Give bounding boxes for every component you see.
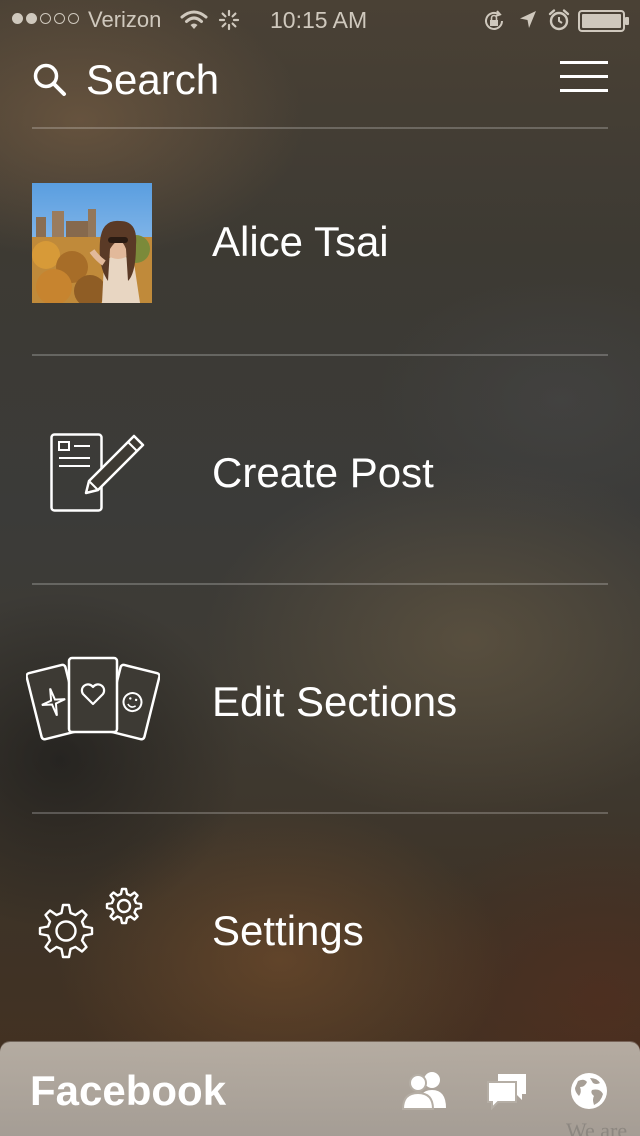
menu-item-label: Settings [212, 907, 364, 954]
alarm-clock-icon [547, 8, 571, 38]
rotation-lock-icon [482, 9, 506, 39]
search-header: Search [32, 52, 608, 108]
status-time: 10:15 AM [270, 7, 368, 33]
gears-icon [36, 887, 148, 976]
edit-sections-cards-icon [25, 656, 161, 751]
activity-spinner-icon [218, 9, 240, 37]
divider [32, 583, 608, 585]
search-field[interactable]: Search [86, 56, 219, 104]
menu-item-profile[interactable]: Alice Tsai [0, 130, 640, 355]
friends-icon[interactable] [401, 1070, 448, 1115]
menu-item-create-post[interactable]: Create Post [0, 357, 640, 582]
divider [32, 354, 608, 356]
battery-icon [578, 10, 630, 38]
hamburger-menu-icon[interactable] [560, 60, 608, 99]
signal-strength-icon [12, 13, 79, 24]
profile-photo [32, 183, 152, 303]
create-post-icon [50, 433, 146, 520]
menu-item-settings[interactable]: Settings [0, 815, 640, 1040]
bottom-bar: Facebook We are [0, 1042, 640, 1136]
menu-item-edit-sections[interactable]: Edit Sections [0, 586, 640, 811]
messages-icon[interactable] [486, 1072, 528, 1115]
divider [32, 812, 608, 814]
location-arrow-icon [518, 9, 538, 37]
status-bar: Verizon 10:15 AM [0, 0, 640, 40]
search-icon[interactable] [32, 62, 68, 103]
wifi-icon [180, 9, 208, 37]
menu-item-label: Edit Sections [212, 678, 458, 725]
menu-item-label: Create Post [212, 449, 434, 496]
carrier-name: Verizon [88, 7, 162, 32]
menu-item-label: Alice Tsai [212, 218, 389, 265]
divider [32, 127, 608, 129]
globe-icon[interactable] [570, 1072, 608, 1115]
facebook-home-button[interactable]: Facebook [30, 1067, 226, 1115]
background-peek-text: We are [566, 1118, 628, 1136]
